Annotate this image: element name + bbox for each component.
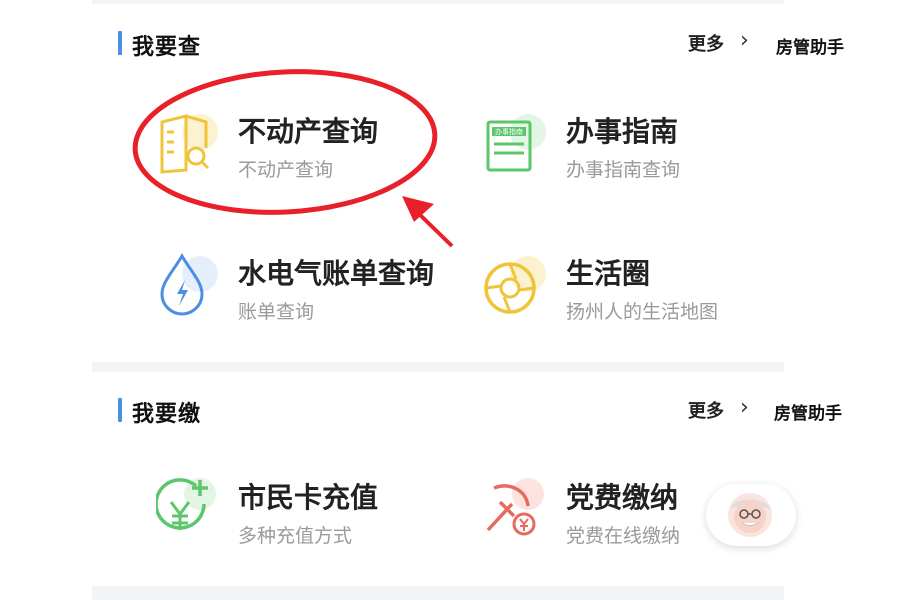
tile-title: 不动产查询 (238, 115, 379, 148)
helper-label: 房管助手 (774, 404, 842, 424)
pay-more-link[interactable]: 更多 (688, 397, 724, 423)
tile-subtitle: 党费在线缴纳 (566, 525, 681, 547)
tile-title: 市民卡充值 (238, 481, 379, 514)
section-title: 我要查 (132, 35, 202, 60)
guide-doc-icon: 办事指南 (486, 114, 546, 172)
tile-title: 水电气账单查询 (238, 257, 435, 290)
chevron-right-icon[interactable]: › (740, 395, 749, 420)
tile-life-circle[interactable]: 生活圈 扬州人的生活地图 (484, 252, 804, 342)
utility-drop-icon (160, 252, 218, 316)
tile-subtitle: 账单查询 (238, 301, 315, 323)
tile-subtitle: 不动产查询 (238, 159, 334, 181)
chevron-right-icon[interactable]: › (740, 28, 749, 53)
section-title: 我要缴 (132, 402, 202, 427)
card-recharge-icon (156, 478, 216, 530)
tile-utility-bill[interactable]: 水电气账单查询 账单查询 (156, 252, 476, 342)
tile-title: 生活圈 (566, 257, 651, 290)
tile-card-recharge[interactable]: 市民卡充值 多种充值方式 (156, 476, 476, 566)
assistant-float-button[interactable] (706, 484, 796, 546)
elderly-assistant-icon (728, 493, 772, 537)
tile-title: 党费缴纳 (566, 481, 679, 514)
section-accent-bar (118, 31, 122, 55)
tile-title: 办事指南 (566, 115, 679, 148)
tile-subtitle: 多种充值方式 (238, 525, 353, 547)
life-circle-icon (484, 256, 546, 314)
bottom-divider (92, 586, 784, 600)
tile-subtitle: 办事指南查询 (566, 159, 681, 181)
query-more-link[interactable]: 更多 (688, 30, 724, 56)
section-accent-bar (118, 398, 122, 422)
tile-property-query[interactable]: 不动产查询 不动产查询 (156, 110, 476, 200)
tile-service-guide[interactable]: 办事指南 办事指南 办事指南查询 (484, 110, 804, 200)
section-divider (92, 362, 784, 372)
guide-icon-text: 办事指南 (495, 127, 523, 136)
party-fee-icon (486, 478, 544, 536)
tile-subtitle: 扬州人的生活地图 (566, 301, 719, 323)
property-search-icon (160, 114, 218, 174)
helper-label: 房管助手 (776, 38, 844, 58)
